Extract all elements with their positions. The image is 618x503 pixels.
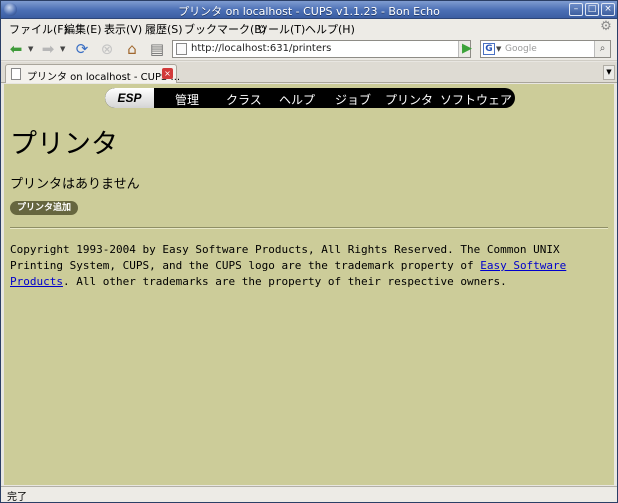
go-icon[interactable]: ▶ [460, 41, 474, 57]
maximize-icon[interactable]: □ [585, 3, 599, 16]
title-bar: プリンタ on localhost - CUPS v1.1.23 - Bon E… [1, 1, 617, 19]
url-bar[interactable]: http://localhost:631/printers ▼ [172, 40, 471, 58]
google-icon[interactable]: G [483, 43, 495, 55]
back-dropdown-icon[interactable]: ▼ [28, 45, 33, 53]
menu-tools[interactable]: ツール(T) [257, 21, 305, 37]
nav-jobs[interactable]: ジョブ [335, 91, 371, 108]
tab-close-icon[interactable]: × [162, 68, 173, 79]
forward-icon[interactable]: ➡ [39, 40, 57, 58]
menu-bookmarks[interactable]: ブックマーク(B) [184, 21, 266, 37]
stop-icon[interactable]: ⊗ [98, 40, 116, 58]
status-bar: 完了 [1, 486, 617, 503]
throbber-icon: ⚙ [600, 19, 612, 34]
cups-navigation: ESP 管理 クラス ヘルプ ジョブ プリンタ ソフトウェア [105, 88, 515, 108]
tab-label[interactable]: プリンタ on localhost - CUPS ... [27, 68, 180, 83]
menu-history[interactable]: 履歴(S) [145, 21, 183, 37]
home-icon[interactable]: ⌂ [123, 40, 141, 58]
search-icon[interactable]: ⌕ [594, 41, 610, 57]
close-window-icon[interactable]: × [601, 3, 615, 16]
status-text: 完了 [7, 492, 27, 503]
copyright-text-before: Copyright 1993-2004 by Easy Software Pro… [10, 243, 560, 272]
menu-view[interactable]: 表示(V) [104, 21, 142, 37]
copyright-text-after: . All other trademarks are the property … [62, 275, 507, 288]
url-text[interactable]: http://localhost:631/printers [191, 43, 331, 54]
search-box[interactable]: G ▼ Google ⌕ [480, 40, 611, 58]
page-icon [176, 43, 187, 55]
page-title: プリンタ [10, 129, 118, 160]
tab-page-icon [11, 68, 21, 80]
search-input[interactable]: Google [505, 44, 537, 54]
forward-dropdown-icon[interactable]: ▼ [60, 45, 65, 53]
menu-file[interactable]: ファイル(F) [9, 21, 68, 37]
tab-list-icon[interactable]: ▼ [603, 65, 615, 80]
no-printers-message: プリンタはありません [10, 177, 140, 192]
nav-admin[interactable]: 管理 [175, 91, 199, 108]
page-content: ESP 管理 クラス ヘルプ ジョブ プリンタ ソフトウェア プリンタ プリンタ… [4, 84, 614, 485]
esp-logo[interactable]: ESP [105, 88, 154, 108]
print-icon[interactable]: ▤ [148, 40, 166, 58]
menu-help[interactable]: ヘルプ(H) [305, 21, 355, 37]
add-printer-button[interactable]: プリンタ追加 [10, 201, 79, 215]
window-title: プリンタ on localhost - CUPS v1.1.23 - Bon E… [178, 5, 440, 18]
navigation-toolbar: ⬅ ▼ ➡ ▼ ⟳ ⊗ ⌂ ▤ http://localhost:631/pri… [1, 37, 617, 61]
menu-edit[interactable]: 編集(E) [64, 21, 102, 37]
nav-software[interactable]: ソフトウェア [440, 91, 512, 108]
back-icon[interactable]: ⬅ [7, 40, 25, 58]
reload-icon[interactable]: ⟳ [73, 40, 91, 58]
copyright-notice: Copyright 1993-2004 by Easy Software Pro… [10, 242, 610, 290]
tab-printers[interactable]: プリンタ on localhost - CUPS ... × [5, 64, 180, 83]
tab-bar: プリンタ on localhost - CUPS ... × ▼ [1, 62, 617, 83]
browser-window: プリンタ on localhost - CUPS v1.1.23 - Bon E… [0, 0, 618, 503]
minimize-icon[interactable]: – [569, 3, 583, 16]
nav-classes[interactable]: クラス [226, 91, 262, 108]
divider [10, 227, 608, 229]
menu-bar: ファイル(F) 編集(E) 表示(V) 履歴(S) ブックマーク(B) ツール(… [1, 19, 617, 37]
nav-help[interactable]: ヘルプ [279, 91, 315, 108]
nav-printers[interactable]: プリンタ [385, 91, 433, 108]
search-engine-dropdown-icon[interactable]: ▼ [496, 45, 501, 53]
